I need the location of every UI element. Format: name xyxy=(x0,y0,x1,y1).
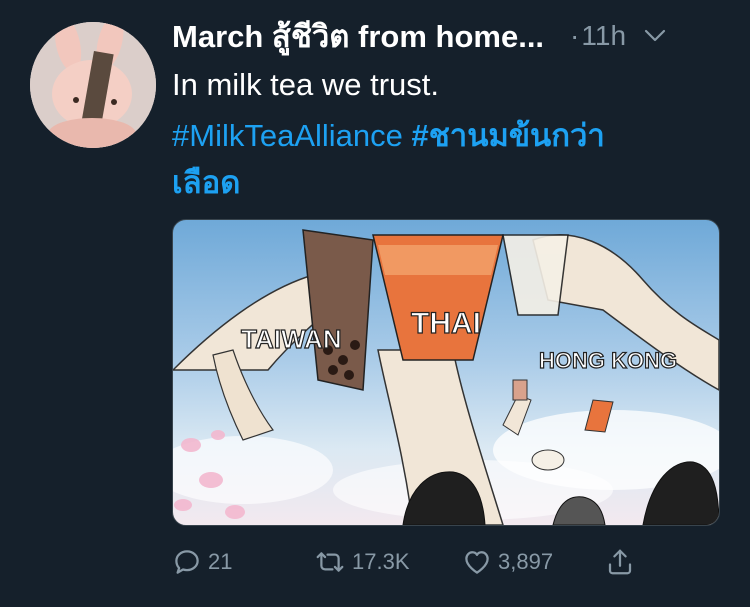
retweet-icon xyxy=(316,552,344,572)
share-button[interactable] xyxy=(605,544,635,580)
illustration-image: TAIWAN THAI HONG KONG xyxy=(173,229,719,525)
retweet-count: 17.3K xyxy=(352,549,410,574)
reply-button[interactable]: 21 xyxy=(172,544,232,580)
like-button[interactable]: 3,897 xyxy=(462,544,553,580)
hashtag-milkteaalliance[interactable]: #MilkTeaAlliance xyxy=(172,118,403,153)
tweet-actions: 21 17.3K 3,897 xyxy=(172,544,652,580)
heart-icon xyxy=(465,551,489,574)
chevron-down-icon[interactable] xyxy=(644,29,666,43)
label-taiwan: TAIWAN xyxy=(241,324,342,354)
avatar[interactable] xyxy=(30,22,156,148)
avatar-image xyxy=(30,22,156,148)
reply-count: 21 xyxy=(208,549,233,574)
tweet-header: March สู้ชีวิต from home... · 11h xyxy=(172,16,732,56)
label-hongkong: HONG KONG xyxy=(539,348,677,373)
separator-dot: · xyxy=(570,20,580,51)
tweet-text: In milk tea we trust. xyxy=(172,67,440,102)
reply-icon xyxy=(175,550,199,574)
display-name[interactable]: March สู้ชีวิต from home... xyxy=(172,11,544,61)
tweet-media[interactable]: TAIWAN THAI HONG KONG xyxy=(172,219,720,526)
timestamp[interactable]: 11h xyxy=(581,20,626,52)
hashtag-thai-continued[interactable]: เลือด xyxy=(172,165,240,200)
hashtags: #MilkTeaAlliance #ชานมข้นกว่า เลือด xyxy=(172,112,712,206)
retweet-button[interactable]: 17.3K xyxy=(314,544,410,580)
like-count: 3,897 xyxy=(498,549,554,574)
share-icon xyxy=(608,549,632,575)
tweet[interactable]: March สู้ชีวิต from home... · 11h In mil… xyxy=(0,0,750,607)
hashtag-thai[interactable]: #ชานมข้นกว่า xyxy=(412,118,605,153)
label-thai: THAI xyxy=(411,307,481,340)
